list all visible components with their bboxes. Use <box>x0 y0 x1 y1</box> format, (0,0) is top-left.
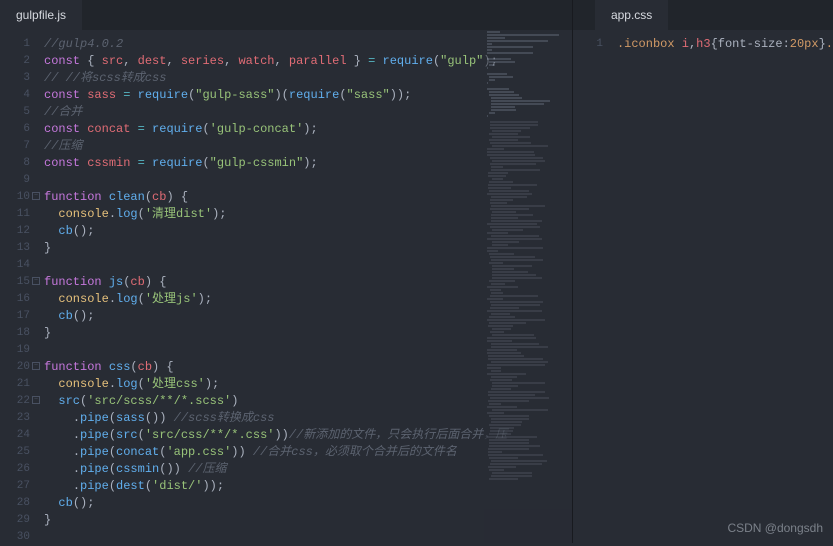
line-number: 16 <box>0 291 38 308</box>
left-gutter: 12345678910−1112131415−1617181920−2122−2… <box>0 30 38 543</box>
line-number: 30 <box>0 529 38 546</box>
line-number: 3 <box>0 70 38 87</box>
watermark: CSDN @dongsdh <box>727 521 823 535</box>
right-tabs: app.css <box>573 0 833 30</box>
right-code[interactable]: .iconbox i,h3{font-size:20px}. <box>611 30 833 543</box>
line-number: 6 <box>0 121 38 138</box>
line-number: 27 <box>0 478 38 495</box>
line-number: 29 <box>0 512 38 529</box>
tab-appcss[interactable]: app.css <box>595 0 668 30</box>
fold-icon[interactable]: − <box>32 396 40 404</box>
line-number: 22− <box>0 393 38 410</box>
line-number: 7 <box>0 138 38 155</box>
line-number: 11 <box>0 206 38 223</box>
tab-gulpfile[interactable]: gulpfile.js <box>0 0 82 30</box>
line-number: 18 <box>0 325 38 342</box>
fold-icon[interactable]: − <box>32 277 40 285</box>
line-number: 14 <box>0 257 38 274</box>
line-number: 15− <box>0 274 38 291</box>
right-gutter: 1 <box>573 30 611 543</box>
line-number: 1 <box>573 36 611 53</box>
line-number: 24 <box>0 427 38 444</box>
line-number: 13 <box>0 240 38 257</box>
right-pane: app.css 1 .iconbox i,h3{font-size:20px}. <box>573 0 833 543</box>
line-number: 23 <box>0 410 38 427</box>
left-minimap[interactable] <box>484 30 572 543</box>
line-number: 2 <box>0 53 38 70</box>
code-line[interactable]: .iconbox i,h3{font-size:20px}. <box>617 36 833 53</box>
line-number: 1 <box>0 36 38 53</box>
line-number: 28 <box>0 495 38 512</box>
line-number: 12 <box>0 223 38 240</box>
right-editor[interactable]: 1 .iconbox i,h3{font-size:20px}. <box>573 30 833 543</box>
left-pane: gulpfile.js 12345678910−1112131415−16171… <box>0 0 573 543</box>
line-number: 26 <box>0 461 38 478</box>
line-number: 8 <box>0 155 38 172</box>
left-tabs: gulpfile.js <box>0 0 572 30</box>
line-number: 25 <box>0 444 38 461</box>
line-number: 5 <box>0 104 38 121</box>
line-number: 21 <box>0 376 38 393</box>
fold-icon[interactable]: − <box>32 192 40 200</box>
line-number: 10− <box>0 189 38 206</box>
line-number: 4 <box>0 87 38 104</box>
line-number: 19 <box>0 342 38 359</box>
line-number: 20− <box>0 359 38 376</box>
fold-icon[interactable]: − <box>32 362 40 370</box>
line-number: 17 <box>0 308 38 325</box>
editor-split-view: gulpfile.js 12345678910−1112131415−16171… <box>0 0 833 543</box>
line-number: 9 <box>0 172 38 189</box>
